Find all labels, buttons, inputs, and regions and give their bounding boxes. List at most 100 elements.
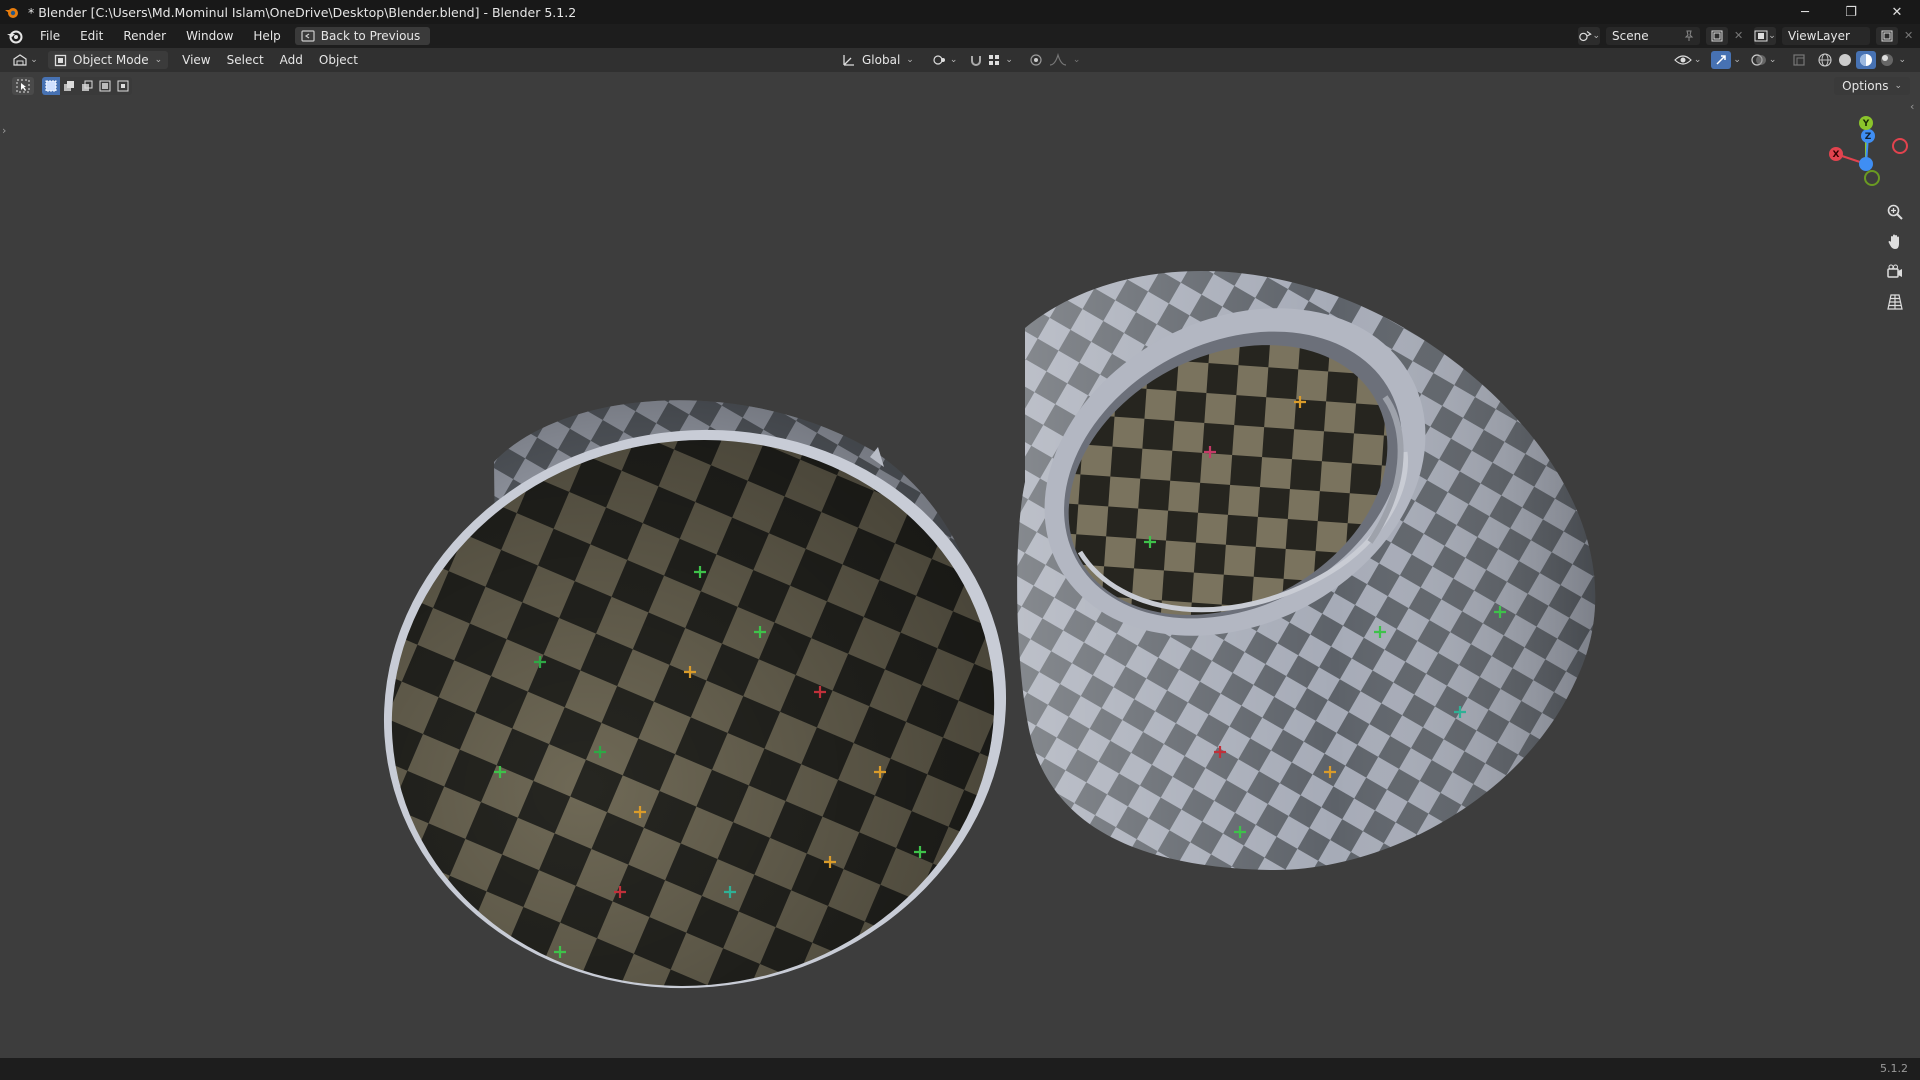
solid-shading-icon[interactable] [1836,51,1854,69]
object-mode-dropdown[interactable]: Object Mode ⌄ [48,51,169,69]
visibility-icon [1673,55,1692,65]
transform-orientation-dropdown[interactable]: Global ⌄ [838,51,918,69]
menu-window[interactable]: Window [176,24,243,48]
view-layer-field[interactable]: ViewLayer [1782,27,1870,45]
neg-x-axis-handle[interactable] [1892,138,1908,154]
select-intersect-icon [117,80,129,92]
right-cylinder[interactable] [987,244,1596,871]
select-new-button[interactable] [42,77,60,95]
snap-toggle[interactable]: ⌄ [969,53,1013,67]
xray-icon [1793,54,1806,66]
select-extend-icon [64,81,74,91]
visibility-dropdown[interactable]: ⌄ [1673,53,1701,67]
options-label: Options [1842,79,1889,93]
object-mode-icon [54,54,67,66]
new-view-layer-button[interactable] [1876,27,1898,45]
pan-button[interactable] [1883,230,1907,254]
falloff-icon[interactable] [1049,53,1067,67]
camera-view-button[interactable] [1883,260,1907,284]
navigation-tools [1883,200,1907,314]
select-tool-icon [16,79,30,93]
gizmo-toggle[interactable]: ⌄ [1711,51,1741,69]
maximize-button[interactable]: ❐ [1828,0,1874,24]
scene-selector[interactable]: ⌄ [1578,27,1600,45]
pin-icon[interactable] [1684,30,1694,42]
window-title: * Blender [C:\Users\Md.Mominul Islam\One… [28,4,577,20]
new-view-layer-icon [1881,30,1893,42]
menu-object[interactable]: Object [311,48,366,72]
camera-icon [1887,264,1902,278]
neg-z-axis-handle[interactable] [1859,157,1873,171]
pan-icon [1888,234,1899,249]
select-subtract-icon [82,80,93,91]
menu-add[interactable]: Add [272,48,311,72]
back-to-previous-label: Back to Previous [320,29,421,43]
gizmo-icon [1716,55,1727,65]
overlay-toggle[interactable]: ⌄ [1751,53,1776,67]
menu-select[interactable]: Select [219,48,272,72]
minimize-button[interactable]: ─ [1782,0,1828,24]
view-layer-icon [1754,30,1768,42]
select-new-icon [45,80,57,92]
top-bar: File Edit Render Window Help Back to Pre… [0,24,1920,48]
select-invert-icon [99,80,111,92]
options-dropdown[interactable]: Options ⌄ [1834,77,1910,95]
menu-help[interactable]: Help [243,24,290,48]
snap-icon [971,56,982,66]
snap-target-icon[interactable] [987,53,1001,67]
pivot-icon [933,55,945,65]
editor-type-dropdown[interactable]: ⌄ [10,51,40,69]
xray-toggle[interactable] [1790,51,1808,69]
overlay-icon [1751,54,1766,66]
proportional-edit-toggle[interactable]: ⌄ [1029,53,1080,67]
editor-type-icon [13,54,27,66]
orientation-icon [843,55,854,66]
proportional-edit-icon [1030,54,1042,66]
zoom-icon [1887,204,1903,220]
y-axis-label: Y [1862,119,1870,129]
new-scene-icon [1711,30,1723,42]
wireframe-shading-icon[interactable] [1816,51,1834,69]
toolbar-expand-arrow[interactable]: › [2,124,6,137]
back-icon [301,30,315,42]
select-invert-button[interactable] [96,77,114,95]
shading-options-dropdown[interactable]: ⌄ [1898,55,1906,65]
version-label: 5.1.2 [1880,1062,1908,1075]
select-intersect-button[interactable] [114,77,132,95]
scene-name-field[interactable]: Scene [1606,27,1700,45]
shading-modes: ⌄ [1816,51,1906,69]
z-axis-label: Z [1865,132,1872,142]
pivot-point-dropdown[interactable]: ⌄ [932,53,957,67]
new-scene-button[interactable] [1706,27,1728,45]
close-button[interactable]: ✕ [1874,0,1920,24]
transform-orientation-label: Global [862,53,901,67]
perspective-toggle-button[interactable] [1883,290,1907,314]
grid-icon [1887,294,1903,310]
scene-name: Scene [1612,29,1649,43]
back-to-previous-button[interactable]: Back to Previous [294,27,431,45]
delete-scene-button[interactable]: ✕ [1734,27,1748,45]
viewport-header: ⌄ Object Mode ⌄ View Select Add Object G… [0,48,1920,72]
view-layer-name: ViewLayer [1788,29,1850,43]
x-axis-label: X [1833,150,1840,160]
view-layer-selector[interactable]: ⌄ [1754,27,1776,45]
object-mode-label: Object Mode [73,53,149,67]
delete-view-layer-button[interactable]: ✕ [1904,27,1916,45]
rendered-shading-icon[interactable] [1878,51,1896,69]
select-extend-button[interactable] [60,77,78,95]
material-shading-icon[interactable] [1858,52,1874,68]
3d-viewport[interactable]: › ‹ [0,72,1920,1058]
navigation-gizmo[interactable]: Z Y X [1816,108,1916,190]
blender-logo-icon[interactable] [6,27,24,45]
menu-edit[interactable]: Edit [70,24,113,48]
neg-y-axis-handle[interactable] [1864,170,1880,186]
select-tool-button[interactable] [12,77,34,95]
menu-view[interactable]: View [174,48,218,72]
menu-file[interactable]: File [30,24,70,48]
scene-icon [1579,31,1592,42]
select-subtract-button[interactable] [78,77,96,95]
title-bar: * Blender [C:\Users\Md.Mominul Islam\One… [0,0,1920,24]
left-cylinder[interactable] [339,371,1050,1037]
menu-render[interactable]: Render [113,24,176,48]
zoom-button[interactable] [1883,200,1907,224]
